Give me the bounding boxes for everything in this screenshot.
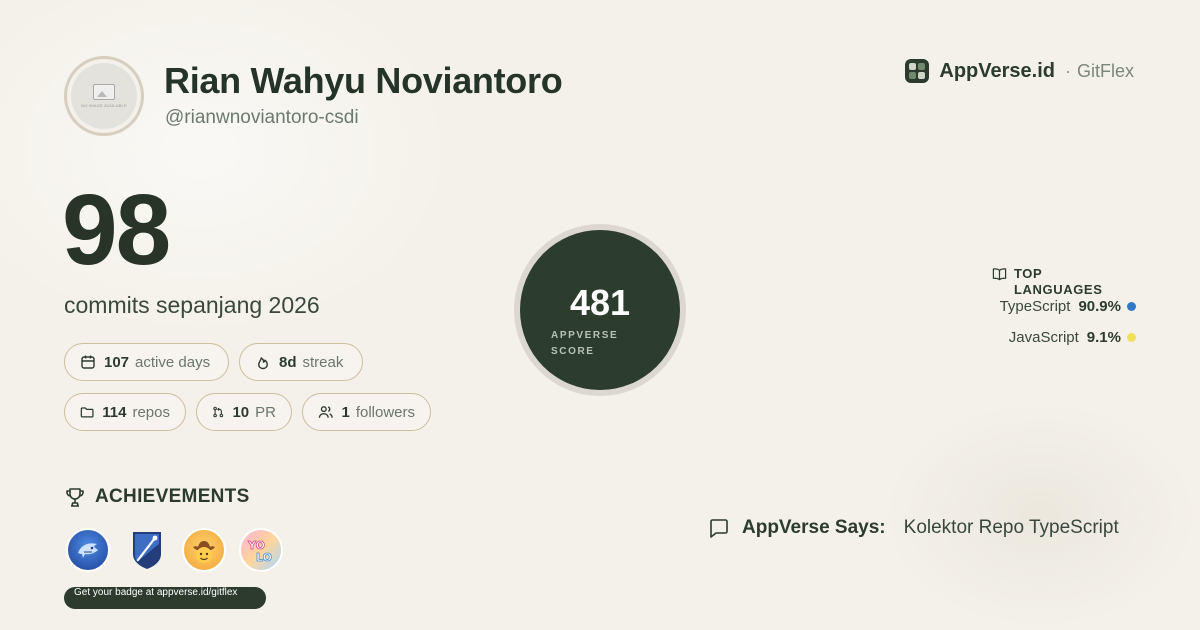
commit-label: commits sepanjang 2026 bbox=[64, 292, 320, 318]
stat-value: 107 bbox=[104, 353, 130, 371]
stat-streak: 8d streak bbox=[239, 343, 363, 381]
achievements-title: ACHIEVEMENTS bbox=[64, 486, 250, 508]
language-color-dot bbox=[1127, 302, 1136, 311]
folder-icon bbox=[80, 407, 94, 418]
languages-title-line1: TOP bbox=[1014, 266, 1043, 281]
score-value: 481 bbox=[569, 282, 631, 323]
stat-repos: 114 repos bbox=[64, 393, 186, 431]
brand-name: AppVerse.id bbox=[939, 59, 1055, 82]
user-handle: @rianwnoviantoro-csdi bbox=[165, 107, 359, 128]
language-percent: 90.9% bbox=[1078, 298, 1121, 315]
stat-followers: 1 followers bbox=[302, 393, 431, 431]
achievements-label: ACHIEVEMENTS bbox=[95, 486, 250, 507]
background-glow bbox=[880, 400, 1200, 630]
stat-label: repos bbox=[132, 403, 170, 421]
git-pull-request-icon bbox=[213, 406, 224, 418]
score-label: APPVERSE SCORE bbox=[551, 330, 619, 357]
appverse-logo-icon bbox=[905, 59, 930, 83]
stat-value: 1 bbox=[341, 403, 350, 421]
brand: AppVerse.id · GitFlex bbox=[905, 59, 1134, 83]
stat-value: 8d bbox=[279, 353, 297, 371]
yolo-badge-icon: YO LO bbox=[239, 528, 283, 572]
language-row: JavaScript 9.1% bbox=[1009, 329, 1136, 346]
stat-value: 114 bbox=[102, 403, 127, 421]
stat-label: active days bbox=[135, 353, 211, 371]
calendar-icon bbox=[81, 355, 95, 369]
says-label: AppVerse Says: bbox=[742, 517, 886, 538]
flame-icon bbox=[258, 357, 268, 370]
stat-active-days: 107 active days bbox=[64, 343, 229, 381]
stat-pr: 10 PR bbox=[196, 393, 292, 431]
user-name: Rian Wahyu Noviantoro bbox=[164, 60, 563, 101]
language-row: TypeScript 90.9% bbox=[1000, 298, 1136, 315]
stat-label: followers bbox=[355, 403, 415, 421]
cowboy-badge-icon bbox=[182, 528, 226, 572]
brand-separator: · bbox=[1064, 60, 1071, 81]
avatar-caption: NO IMAGE AVAILABLE bbox=[81, 103, 127, 108]
stat-label: PR bbox=[255, 403, 276, 421]
says-text: Kolektor Repo TypeScript bbox=[903, 517, 1119, 538]
language-color-dot bbox=[1127, 333, 1136, 342]
stat-label: streak bbox=[302, 353, 344, 371]
appverse-says: AppVerse Says: Kolektor Repo TypeScript bbox=[708, 517, 1119, 539]
image-placeholder-icon bbox=[93, 84, 115, 100]
users-icon bbox=[318, 406, 333, 418]
background-glow bbox=[0, 0, 460, 340]
language-name: TypeScript bbox=[999, 298, 1071, 315]
book-open-icon bbox=[992, 268, 1007, 281]
languages-title: TOP LANGUAGES bbox=[992, 266, 1102, 298]
stat-value: 10 bbox=[232, 403, 250, 421]
trophy-icon bbox=[66, 488, 84, 507]
avatar: NO IMAGE AVAILABLE bbox=[64, 56, 144, 136]
language-name: JavaScript bbox=[1008, 329, 1079, 346]
score-circle: 481 APPVERSE SCORE bbox=[520, 230, 680, 390]
svg-text:LO: LO bbox=[256, 551, 272, 564]
score-ring: 481 APPVERSE SCORE bbox=[514, 224, 686, 396]
language-percent: 9.1% bbox=[1086, 329, 1121, 346]
get-badge-link[interactable]: Get your badge at appverse.id/gitflex bbox=[64, 587, 266, 609]
message-square-icon bbox=[710, 519, 728, 538]
commit-count: 98 bbox=[62, 174, 171, 286]
starstruck-badge-icon bbox=[125, 528, 169, 572]
languages-title-line2: LANGUAGES bbox=[1014, 282, 1103, 297]
brand-product: GitFlex bbox=[1076, 60, 1134, 81]
shark-badge-icon bbox=[66, 528, 110, 572]
